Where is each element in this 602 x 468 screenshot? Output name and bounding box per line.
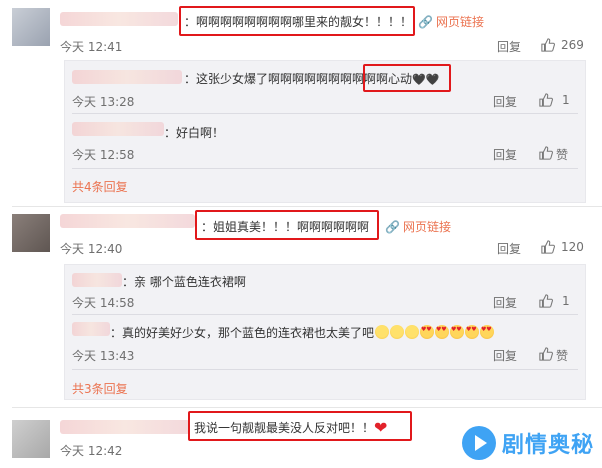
- comment-time: 今天 12:42: [60, 444, 123, 458]
- reply-time: 今天 13:28: [72, 95, 135, 109]
- avatar[interactable]: [12, 8, 50, 46]
- heart-eyes-emoji-icon: [435, 325, 450, 339]
- avatar[interactable]: [12, 420, 50, 458]
- crying-emoji-icon: [405, 325, 420, 339]
- username-blurred[interactable]: [72, 322, 110, 336]
- crying-emoji-icon: [390, 325, 405, 339]
- web-link[interactable]: 🔗 网页链接: [418, 13, 484, 30]
- like-label[interactable]: 赞: [556, 146, 568, 163]
- highlight-box: [179, 6, 415, 36]
- heart-eyes-emoji-icon: [465, 325, 480, 339]
- reply-text: ：好白啊！: [164, 126, 225, 140]
- link-icon: 🔗: [385, 220, 400, 234]
- like-icon[interactable]: [539, 93, 553, 107]
- view-more-replies[interactable]: 共4条回复: [72, 178, 128, 195]
- divider: [72, 369, 578, 370]
- like-count[interactable]: 269: [561, 38, 584, 52]
- reply-time: 今天 14:58: [72, 296, 135, 310]
- username-blurred[interactable]: [72, 122, 164, 136]
- divider: [72, 113, 578, 114]
- crying-emoji-icon: [375, 325, 390, 339]
- like-count[interactable]: 120: [561, 240, 584, 254]
- like-icon[interactable]: [539, 294, 553, 308]
- divider: [72, 314, 578, 315]
- reply-text: ：亲 哪个蓝色连衣裙啊: [122, 275, 246, 289]
- web-link[interactable]: 🔗 网页链接: [385, 218, 451, 235]
- divider: [72, 168, 578, 169]
- like-icon[interactable]: [539, 146, 553, 160]
- highlight-box: [195, 210, 379, 240]
- reply-button[interactable]: 回复: [497, 38, 521, 55]
- play-logo-icon: [461, 426, 496, 460]
- reply-text: ：真的好美好少女，那个蓝色的连衣裙也太美了吧: [110, 324, 495, 341]
- comment-divider: [12, 206, 602, 207]
- like-icon[interactable]: [541, 240, 555, 254]
- heart-eyes-emoji-icon: [450, 325, 465, 339]
- heart-eyes-emoji-icon: [420, 325, 435, 339]
- heart-eyes-emoji-icon: [480, 325, 495, 339]
- view-more-replies[interactable]: 共3条回复: [72, 380, 128, 397]
- comment-time: 今天 12:41: [60, 40, 123, 54]
- username-blurred[interactable]: [72, 70, 182, 84]
- reply-button[interactable]: 回复: [493, 294, 517, 311]
- link-icon: 🔗: [418, 15, 433, 29]
- highlight-box: [363, 64, 451, 92]
- like-icon[interactable]: [541, 38, 555, 52]
- like-label[interactable]: 赞: [556, 347, 568, 364]
- reply-button[interactable]: 回复: [497, 240, 521, 257]
- highlight-box: [188, 411, 412, 441]
- avatar[interactable]: [12, 214, 50, 252]
- reply-button[interactable]: 回复: [493, 93, 517, 110]
- comment-divider: [12, 407, 602, 408]
- username-blurred[interactable]: [60, 12, 178, 26]
- username-blurred[interactable]: [72, 273, 122, 287]
- reply-time: 今天 13:43: [72, 349, 135, 363]
- like-count[interactable]: 1: [562, 294, 570, 308]
- username-blurred[interactable]: [60, 214, 195, 228]
- reply-time: 今天 12:58: [72, 148, 135, 162]
- watermark: 剧情奥秘: [461, 426, 594, 460]
- username-blurred[interactable]: [60, 420, 190, 434]
- comment-time: 今天 12:40: [60, 242, 123, 256]
- like-count[interactable]: 1: [562, 93, 570, 107]
- reply-button[interactable]: 回复: [493, 347, 517, 364]
- reply-button[interactable]: 回复: [493, 146, 517, 163]
- like-icon[interactable]: [539, 347, 553, 361]
